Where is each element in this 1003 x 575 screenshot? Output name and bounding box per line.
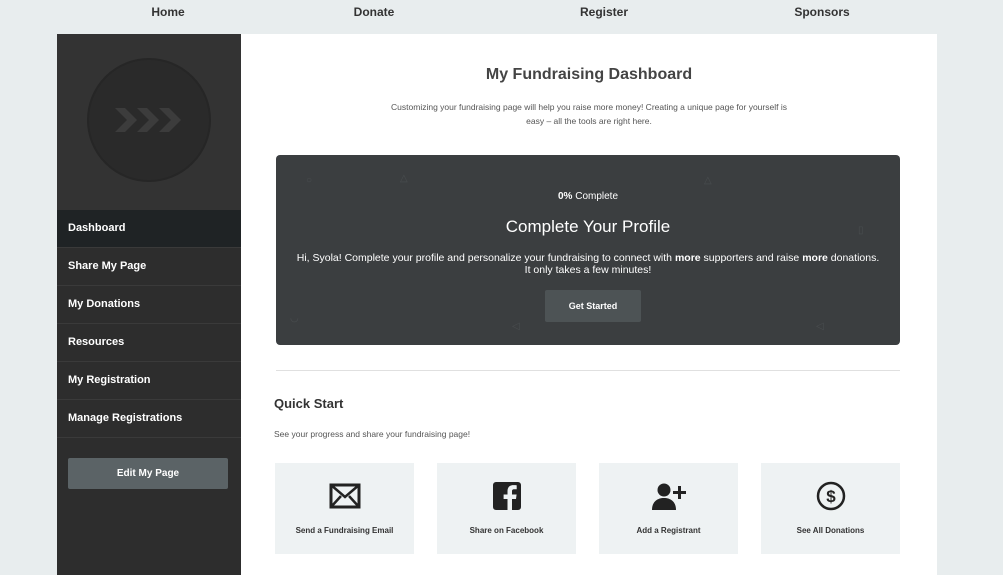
decorative-triangle-icon: ◁ — [816, 321, 824, 332]
decorative-arc-icon: ◡ — [290, 313, 299, 324]
page-title: My Fundraising Dashboard — [485, 66, 693, 83]
sidebar-item-my-registration[interactable]: My Registration — [57, 362, 241, 400]
sidebar-item-dashboard[interactable]: Dashboard — [57, 210, 241, 248]
progress-percent-suffix: Complete — [572, 191, 619, 202]
main-content: My Fundraising Dashboard Customizing you… — [241, 34, 937, 575]
progress-percent: 0% Complete — [276, 191, 900, 202]
decorative-triangle-icon: △ — [704, 175, 712, 186]
add-registrant-tile[interactable]: Add a Registrant — [599, 463, 738, 554]
see-donations-tile[interactable]: $ See All Donations — [761, 463, 900, 554]
tile-label: Send a Fundraising Email — [295, 526, 394, 535]
sidebar: Dashboard Share My Page My Donations Res… — [57, 34, 241, 575]
edit-my-page-button[interactable]: Edit My Page — [68, 458, 228, 489]
card-message: Hi, Syola! Complete your profile and per… — [296, 252, 880, 276]
card-message-bold: more — [802, 252, 828, 264]
complete-profile-card: ○ △ △ ▯ ◁ ◁ ◡ 0% Complete Complete Your … — [276, 155, 900, 345]
add-user-icon — [651, 483, 686, 510]
sidebar-nav: Dashboard Share My Page My Donations Res… — [57, 210, 241, 438]
quick-start-subtitle: See your progress and share your fundrai… — [274, 429, 471, 439]
decorative-triangle-icon: ◁ — [512, 321, 520, 332]
card-message-bold: more — [674, 252, 701, 264]
sidebar-item-resources[interactable]: Resources — [57, 324, 241, 362]
card-message-text: Hi, Syola! Complete your profile and per… — [296, 252, 675, 264]
envelope-icon — [329, 483, 360, 509]
nav-home-link[interactable]: Home — [151, 5, 184, 19]
tile-label: Add a Registrant — [636, 526, 701, 535]
sidebar-item-manage-registrations[interactable]: Manage Registrations — [57, 400, 241, 438]
share-facebook-tile[interactable]: Share on Facebook — [437, 463, 576, 554]
dollar-circle-icon: $ — [816, 481, 845, 511]
nav-sponsors-link[interactable]: Sponsors — [794, 5, 849, 19]
send-email-tile[interactable]: Send a Fundraising Email — [275, 463, 414, 554]
quick-start-title: Quick Start — [274, 396, 344, 411]
progress-percent-value: 0% — [557, 191, 573, 202]
chevrons-logo-icon — [115, 108, 181, 132]
card-message-text: supporters and raise — [700, 252, 803, 264]
page-subtitle: Customizing your fundraising page will h… — [391, 102, 787, 126]
facebook-icon — [492, 482, 521, 510]
avatar[interactable] — [87, 58, 211, 182]
svg-text:$: $ — [826, 487, 836, 506]
decorative-circle-icon: ○ — [306, 175, 313, 186]
top-navigation: Home Donate Register Sponsors — [0, 0, 1003, 34]
tile-label: See All Donations — [796, 526, 865, 535]
section-divider — [276, 370, 900, 371]
sidebar-item-share-my-page[interactable]: Share My Page — [57, 248, 241, 286]
card-heading: Complete Your Profile — [505, 217, 671, 236]
avatar-area — [57, 34, 241, 211]
tile-label: Share on Facebook — [469, 526, 544, 535]
nav-donate-link[interactable]: Donate — [354, 5, 395, 19]
get-started-button[interactable]: Get Started — [545, 290, 641, 322]
decorative-triangle-icon: △ — [400, 173, 408, 184]
nav-register-link[interactable]: Register — [580, 5, 628, 19]
sidebar-item-my-donations[interactable]: My Donations — [57, 286, 241, 324]
